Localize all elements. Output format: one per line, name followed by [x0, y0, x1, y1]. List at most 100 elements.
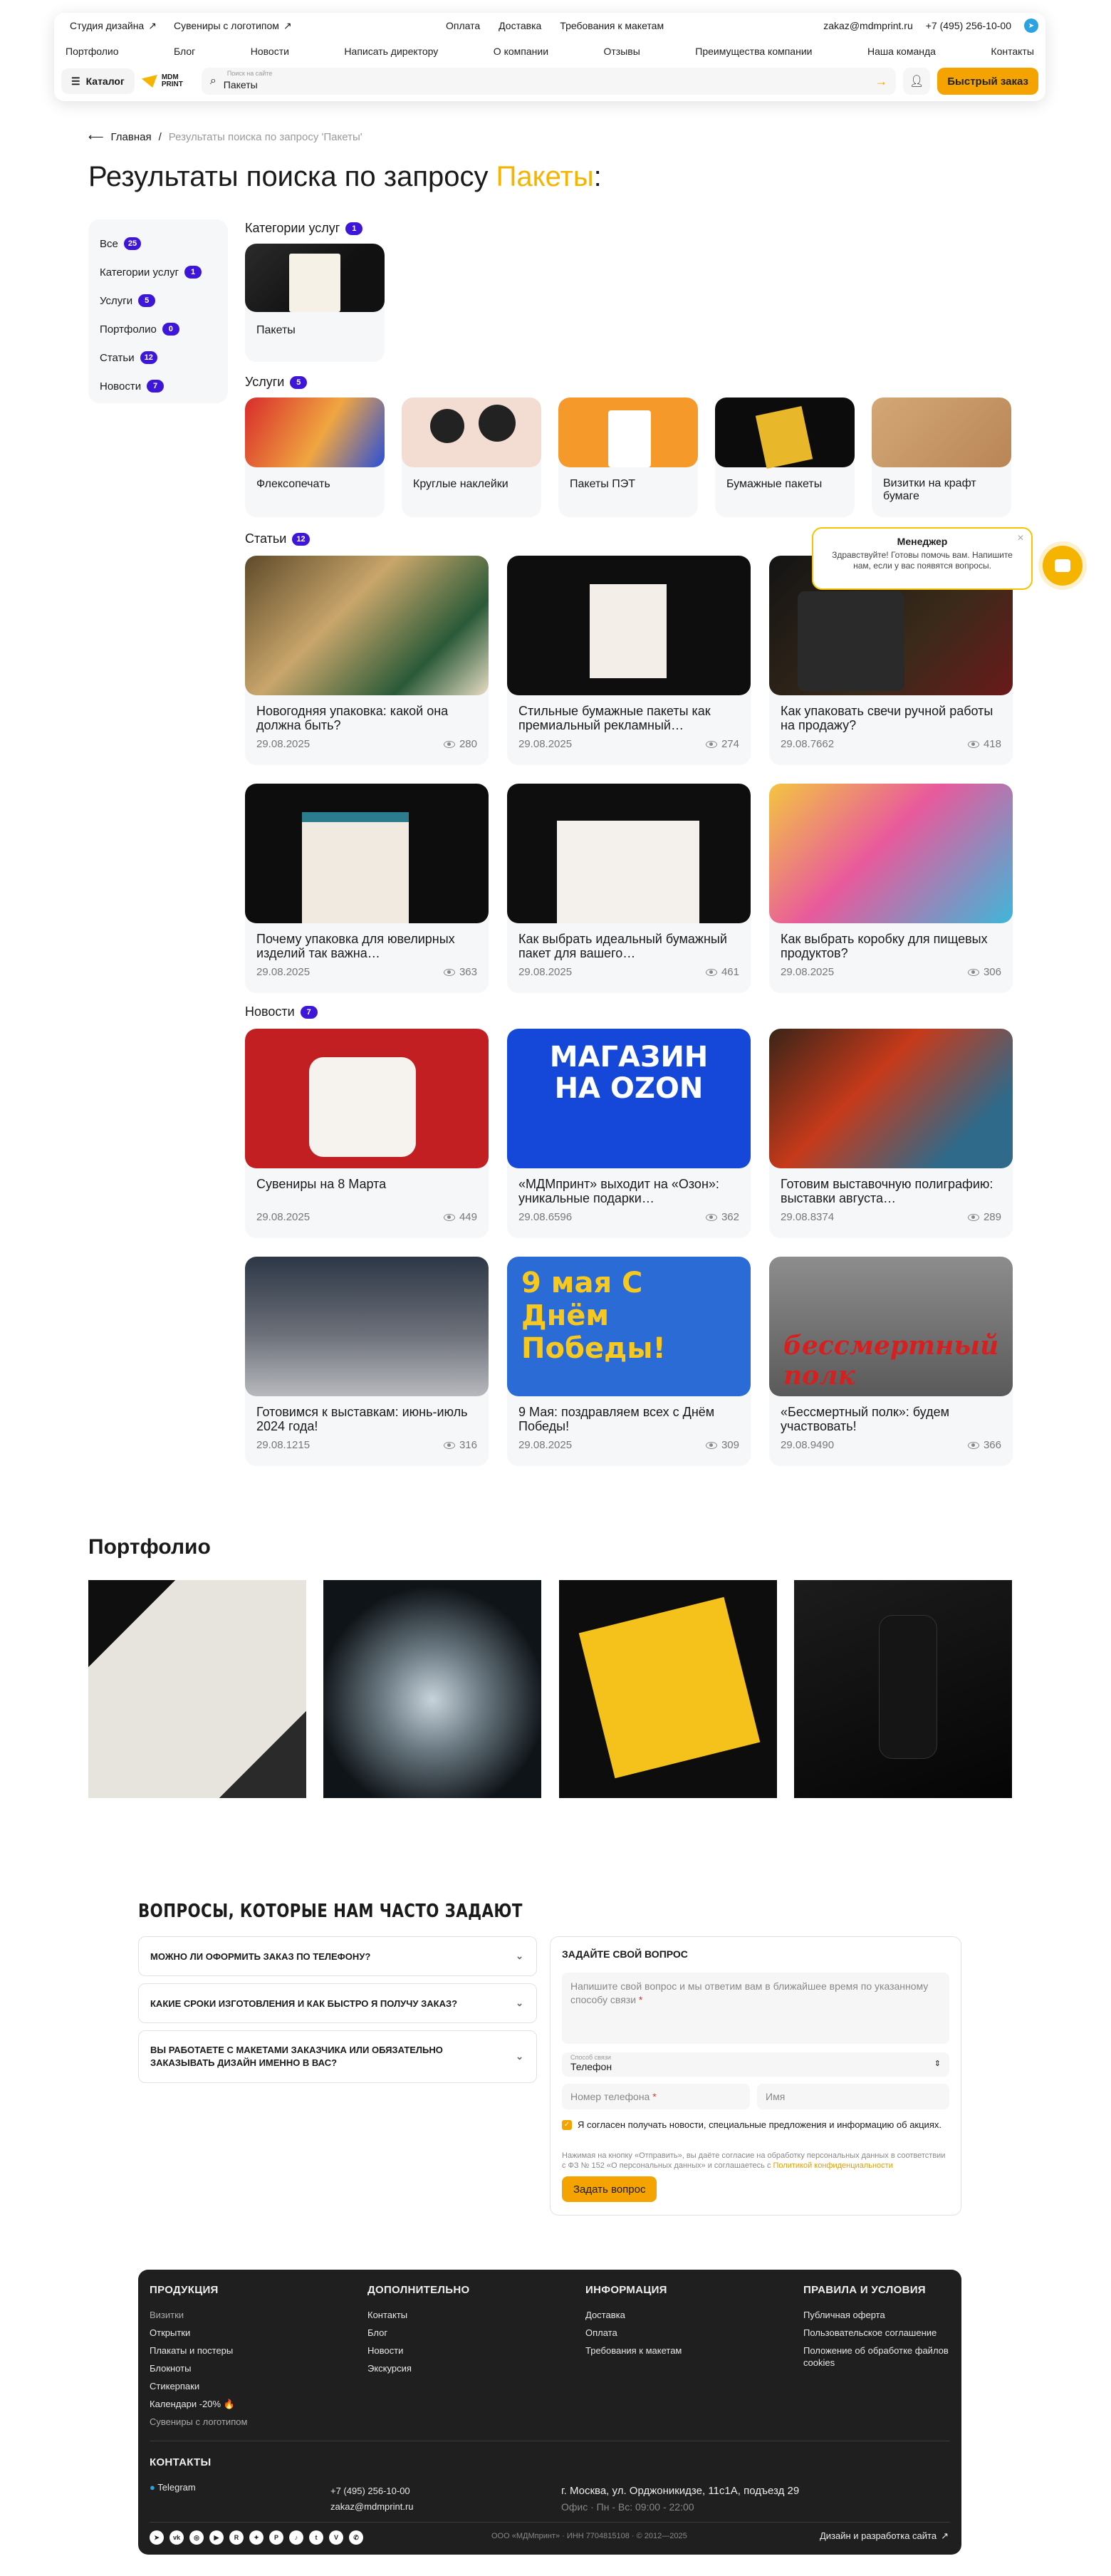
article-card[interactable]: Почему упаковка для ювелирных изделий та…: [245, 784, 489, 993]
service-card-pet-bags[interactable]: Пакеты ПЭТ: [558, 398, 698, 517]
nav-news[interactable]: Новости: [251, 46, 289, 57]
footer-link[interactable]: Визитки: [150, 2306, 247, 2324]
portfolio-image[interactable]: [323, 1580, 541, 1798]
footer-link[interactable]: Оплата: [585, 2324, 682, 2342]
vimeo-icon[interactable]: V: [329, 2530, 343, 2545]
question-textarea[interactable]: Напишите свой вопрос и мы ответим вам в …: [562, 1973, 949, 2044]
header-email[interactable]: zakaz@mdmprint.ru: [823, 20, 912, 31]
nav-reviews[interactable]: Отзывы: [604, 46, 640, 57]
footer-phone[interactable]: +7 (495) 256-10-00: [330, 2483, 414, 2499]
contact-method-select[interactable]: Способ связи Телефон ⇕: [562, 2052, 949, 2077]
developer-link[interactable]: Дизайн и разработка сайта ↗: [820, 2530, 949, 2542]
footer-link[interactable]: Положение об обработке файлов cookies: [803, 2344, 953, 2369]
phone-field[interactable]: Номер телефона *: [562, 2084, 750, 2109]
article-card[interactable]: Как выбрать идеальный бумажный пакет для…: [507, 784, 751, 993]
faq-question[interactable]: ВЫ РАБОТАЕТЕ С МАКЕТАМИ ЗАКАЗЧИКА ИЛИ ОБ…: [138, 2030, 537, 2083]
category-card-bags[interactable]: Пакеты: [245, 244, 385, 362]
footer-link[interactable]: Публичная оферта: [803, 2306, 953, 2324]
nav-team[interactable]: Наша команда: [867, 46, 936, 57]
pinterest-icon[interactable]: P: [269, 2530, 283, 2545]
submit-question-button[interactable]: Задать вопрос: [562, 2176, 657, 2202]
tumblr-icon[interactable]: t: [309, 2530, 323, 2545]
user-icon[interactable]: 👤︎: [903, 68, 931, 95]
souvenirs-link[interactable]: Сувениры с логотипом ↗: [165, 13, 301, 38]
rutube-icon[interactable]: R: [229, 2530, 244, 2545]
news-card[interactable]: Готовимся к выставкам: июнь-июль 2024 го…: [245, 1257, 489, 1466]
telegram-link[interactable]: ● Telegram: [150, 2478, 211, 2496]
breadcrumb-home[interactable]: Главная: [111, 131, 152, 143]
service-card-kraft-cards[interactable]: Визитки на крафт бумаге: [872, 398, 1011, 517]
service-card-paper-bags[interactable]: Бумажные пакеты: [715, 398, 855, 517]
views-count: 449: [459, 1211, 477, 1223]
nav-contacts[interactable]: Контакты: [991, 46, 1033, 57]
tiktok-icon[interactable]: ♪: [289, 2530, 303, 2545]
service-card-round-stickers[interactable]: Круглые наклейки: [402, 398, 541, 517]
faq-question[interactable]: МОЖНО ЛИ ОФОРМИТЬ ЗАКАЗ ПО ТЕЛЕФОНУ? ⌄: [138, 1936, 537, 1976]
filter-articles[interactable]: Статьи 12: [100, 343, 217, 372]
site-logo[interactable]: MDM PRINT: [141, 68, 194, 94]
footer-link[interactable]: Контакты: [367, 2306, 469, 2324]
faq-title: ВОПРОСЫ, КОТОРЫЕ НАМ ЧАСТО ЗАДАЮТ: [138, 1901, 523, 1922]
news-card[interactable]: Сувениры на 8 Марта 29.08.2025 449: [245, 1029, 489, 1238]
whatsapp-icon[interactable]: ✆: [349, 2530, 363, 2545]
header-phone[interactable]: +7 (495) 256-10-00: [926, 20, 1011, 31]
footer-link[interactable]: Плакаты и постеры: [150, 2342, 247, 2359]
arrow-left-icon[interactable]: ⟵: [88, 130, 104, 143]
filter-categories[interactable]: Категории услуг 1: [100, 258, 217, 286]
filter-services[interactable]: Услуги 5: [100, 286, 217, 315]
nav-advantages[interactable]: Преимущества компании: [695, 46, 812, 57]
article-card[interactable]: Стильные бумажные пакеты как премиальный…: [507, 556, 751, 765]
telegram-icon[interactable]: ➤: [1024, 19, 1038, 33]
catalog-button[interactable]: ☰ Каталог: [61, 68, 135, 94]
privacy-policy-link[interactable]: Политикой конфиденциальности: [773, 2161, 893, 2170]
top-link-delivery[interactable]: Доставка: [499, 20, 541, 31]
arrow-right-icon[interactable]: →: [875, 74, 887, 89]
footer-link[interactable]: Открытки: [150, 2324, 247, 2342]
news-card[interactable]: 9 мая С Днём Победы! 9 Мая: поздравляем в…: [507, 1257, 751, 1466]
instagram-icon[interactable]: ◎: [189, 2530, 204, 2545]
filter-all[interactable]: Все 25: [100, 229, 217, 258]
bag-illustration: [608, 410, 651, 467]
chat-popup[interactable]: ✕ Менеджер Здравствуйте! Готовы помочь в…: [812, 527, 1033, 590]
news-card[interactable]: Готовим выставочную полиграфию: выставки…: [769, 1029, 1013, 1238]
youtube-icon[interactable]: ▶: [209, 2530, 224, 2545]
faq-question[interactable]: КАКИЕ СРОКИ ИЗГОТОВЛЕНИЯ И КАК БЫСТРО Я …: [138, 1983, 537, 2023]
portfolio-image[interactable]: [88, 1580, 306, 1798]
search-input[interactable]: ⌕ Поиск на сайте Пакеты →: [201, 68, 897, 95]
nav-about[interactable]: О компании: [494, 46, 548, 57]
top-link-requirements[interactable]: Требования к макетам: [560, 20, 664, 31]
name-field[interactable]: Имя: [757, 2084, 949, 2109]
chat-button[interactable]: [1043, 546, 1083, 586]
close-icon[interactable]: ✕: [1017, 533, 1024, 543]
footer-link[interactable]: Блокноты: [150, 2359, 247, 2377]
top-link-payment[interactable]: Оплата: [446, 20, 480, 31]
telegram-icon[interactable]: ➤: [150, 2530, 164, 2545]
footer-email[interactable]: zakaz@mdmprint.ru: [330, 2499, 414, 2515]
footer-link[interactable]: Требования к макетам: [585, 2342, 682, 2359]
footer-link[interactable]: Календари -20% 🔥: [150, 2395, 247, 2413]
vk-icon[interactable]: vk: [169, 2530, 184, 2545]
nav-blog[interactable]: Блог: [174, 46, 195, 57]
filter-news[interactable]: Новости 7: [100, 372, 217, 400]
footer-link[interactable]: Пользовательское соглашение: [803, 2324, 953, 2342]
nav-portfolio[interactable]: Портфолио: [66, 46, 119, 57]
dzen-icon[interactable]: ✦: [249, 2530, 264, 2545]
news-card[interactable]: МАГАЗИН НА OZON «МДМпринт» выходит на «Оз…: [507, 1029, 751, 1238]
footer-link[interactable]: Сувениры с логотипом: [150, 2413, 247, 2431]
news-card[interactable]: бессмертный полк «Бессмертный полк»: буде…: [769, 1257, 1013, 1466]
footer-link[interactable]: Экскурсия: [367, 2359, 469, 2377]
quick-order-button[interactable]: Быстрый заказ: [937, 68, 1038, 95]
consent-checkbox[interactable]: ✓ Я согласен получать новости, специальны…: [562, 2119, 949, 2131]
studio-link[interactable]: Студия дизайна ↗: [61, 13, 165, 38]
portfolio-image[interactable]: [559, 1580, 777, 1798]
service-card-flexo[interactable]: Флексопечать: [245, 398, 385, 517]
article-card[interactable]: Как выбрать коробку для пищевых продукто…: [769, 784, 1013, 993]
nav-write-director[interactable]: Написать директору: [344, 46, 438, 57]
portfolio-image[interactable]: [794, 1580, 1012, 1798]
filter-portfolio[interactable]: Портфолио 0: [100, 315, 217, 343]
footer-link[interactable]: Блог: [367, 2324, 469, 2342]
footer-link[interactable]: Новости: [367, 2342, 469, 2359]
footer-link[interactable]: Стикерпаки: [150, 2377, 247, 2395]
article-card[interactable]: Новогодняя упаковка: какой она должна бы…: [245, 556, 489, 765]
footer-link[interactable]: Доставка: [585, 2306, 682, 2324]
